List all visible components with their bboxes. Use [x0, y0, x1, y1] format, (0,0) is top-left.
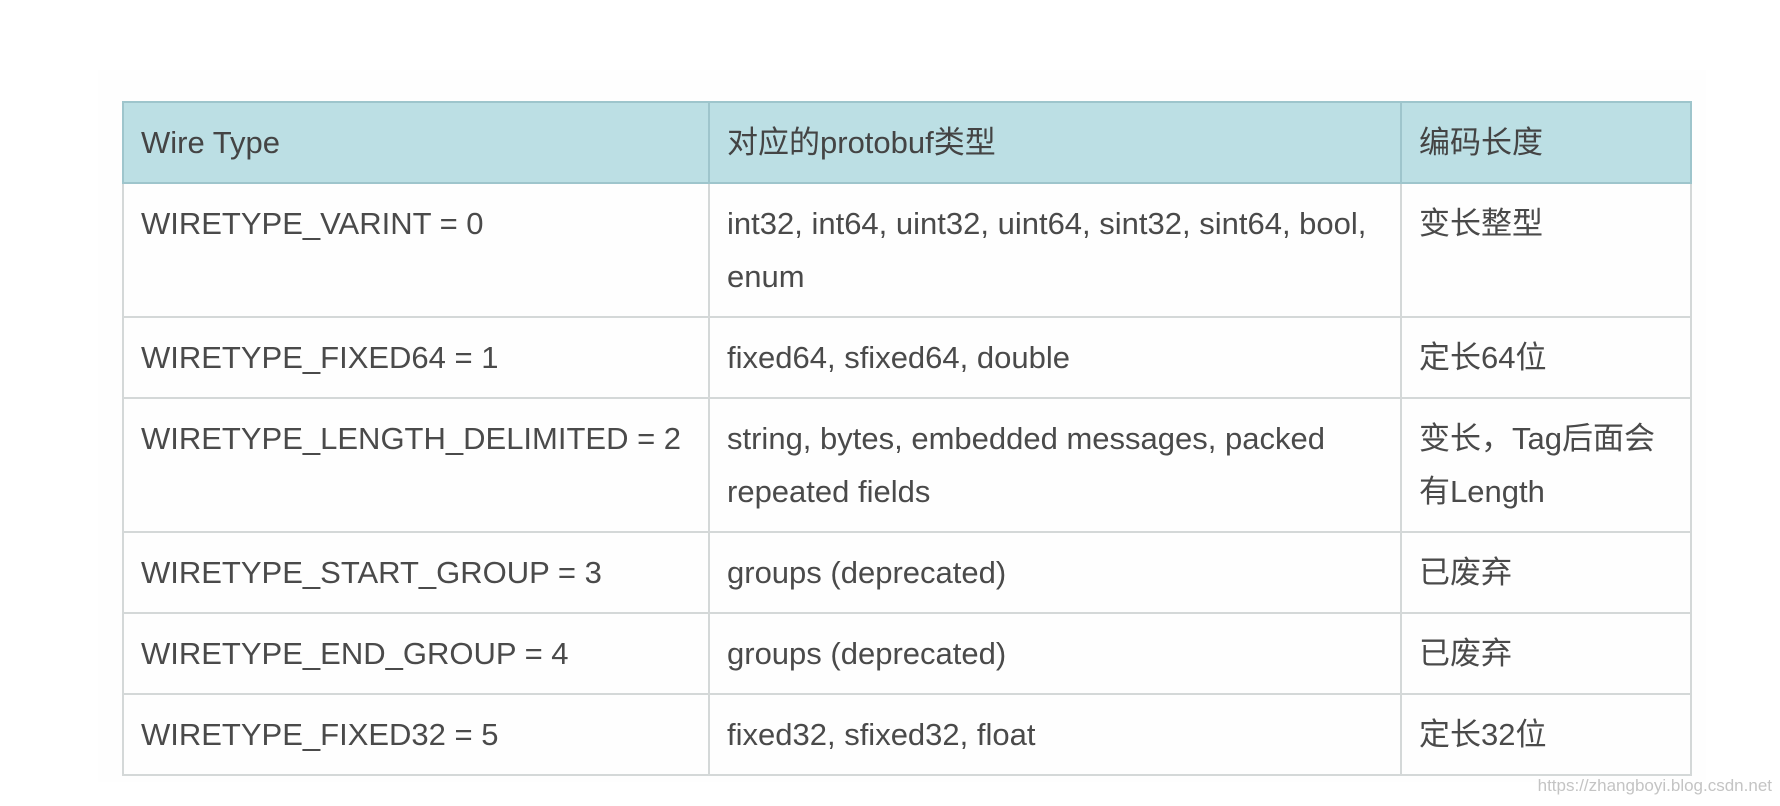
cell-protobuf-type: groups (deprecated) [708, 531, 1402, 614]
cell-encoding-length: 已废弃 [1400, 612, 1692, 695]
cell-encoding-length: 变长整型 [1400, 182, 1692, 318]
cell-wire-type: WIRETYPE_LENGTH_DELIMITED = 2 [122, 397, 710, 533]
header-wire-type: Wire Type [122, 101, 710, 184]
cell-protobuf-type: string, bytes, embedded messages, packed… [708, 397, 1402, 533]
cell-protobuf-type: fixed64, sfixed64, double [708, 316, 1402, 399]
table-row: WIRETYPE_FIXED64 = 1 fixed64, sfixed64, … [122, 316, 1692, 399]
watermark-text: https://zhangboyi.blog.csdn.net [1537, 776, 1772, 795]
cell-wire-type: WIRETYPE_END_GROUP = 4 [122, 612, 710, 695]
cell-encoding-length: 定长64位 [1400, 316, 1692, 399]
cell-encoding-length: 变长，Tag后面会有Length [1400, 397, 1692, 533]
header-protobuf-type: 对应的protobuf类型 [708, 101, 1402, 184]
header-encoding-length: 编码长度 [1400, 101, 1692, 184]
table-body: WIRETYPE_VARINT = 0 int32, int64, uint32… [122, 182, 1692, 776]
cell-protobuf-type: int32, int64, uint32, uint64, sint32, si… [708, 182, 1402, 318]
table-row: WIRETYPE_START_GROUP = 3 groups (depreca… [122, 531, 1692, 614]
cell-encoding-length: 已废弃 [1400, 531, 1692, 614]
table-header: Wire Type 对应的protobuf类型 编码长度 [122, 101, 1692, 184]
cell-wire-type: WIRETYPE_FIXED64 = 1 [122, 316, 710, 399]
table-row: WIRETYPE_FIXED32 = 5 fixed32, sfixed32, … [122, 693, 1692, 776]
cell-wire-type: WIRETYPE_START_GROUP = 3 [122, 531, 710, 614]
table-row: WIRETYPE_VARINT = 0 int32, int64, uint32… [122, 182, 1692, 318]
cell-protobuf-type: groups (deprecated) [708, 612, 1402, 695]
table-header-row: Wire Type 对应的protobuf类型 编码长度 [122, 101, 1692, 184]
cell-wire-type: WIRETYPE_VARINT = 0 [122, 182, 710, 318]
table-row: WIRETYPE_END_GROUP = 4 groups (deprecate… [122, 612, 1692, 695]
wire-type-table: Wire Type 对应的protobuf类型 编码长度 WIRETYPE_VA… [122, 101, 1692, 776]
cell-wire-type: WIRETYPE_FIXED32 = 5 [122, 693, 710, 776]
cell-protobuf-type: fixed32, sfixed32, float [708, 693, 1402, 776]
table-row: WIRETYPE_LENGTH_DELIMITED = 2 string, by… [122, 397, 1692, 533]
cell-encoding-length: 定长32位 [1400, 693, 1692, 776]
